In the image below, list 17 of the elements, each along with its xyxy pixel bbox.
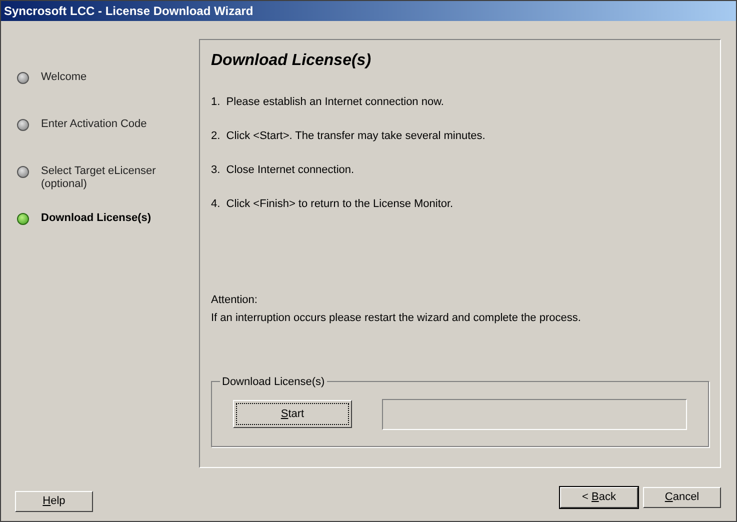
instruction-text: 1. Please establish an Internet connection now.: [211, 96, 445, 109]
group-legend: Download License(s): [220, 374, 327, 390]
attention-title: Attention:: [211, 294, 258, 307]
step-label: Download License(s): [41, 212, 152, 225]
window-title: Syncrosoft LCC - License Download Wizard: [1, 1, 736, 21]
instruction-text: 4. Click <Finish> to return to the License Monitor.: [211, 198, 454, 211]
step-label: Select Target eLicenser (optional): [41, 165, 157, 191]
step-label: Enter Activation Code: [41, 118, 147, 131]
page-heading: Download License(s): [211, 51, 372, 71]
back-button[interactable]: < Back: [560, 487, 638, 508]
start-button[interactable]: Start: [233, 400, 352, 428]
attention-text: If an interruption occurs please restart the wizard and complete the process.: [211, 312, 582, 325]
cancel-button[interactable]: Cancel: [643, 487, 721, 508]
instruction-text: 3. Close Internet connection.: [211, 164, 356, 177]
help-button[interactable]: Help: [15, 490, 93, 512]
instruction-text: 2. Click <Start>. The transfer may take several minutes.: [211, 130, 486, 143]
step-label: Welcome: [41, 71, 87, 84]
